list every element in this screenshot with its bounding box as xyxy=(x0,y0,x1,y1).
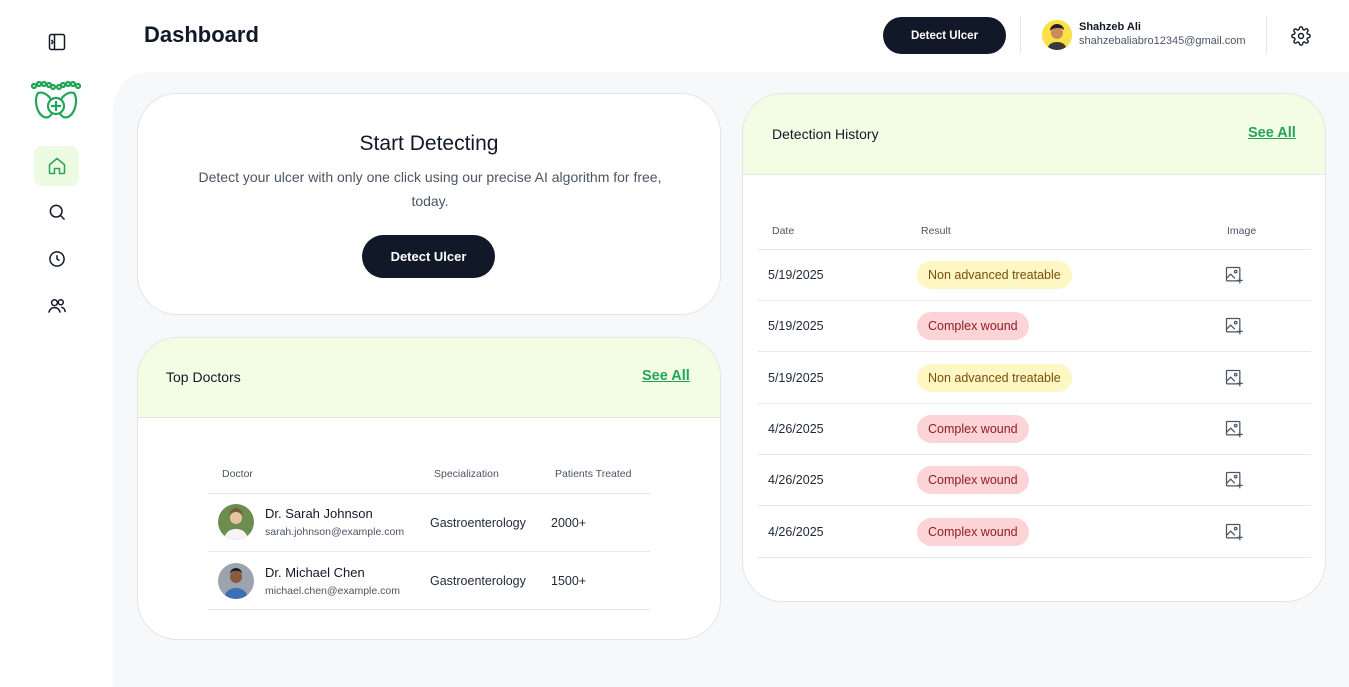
header-detect-ulcer-button[interactable]: Detect Ulcer xyxy=(883,17,1006,54)
row-divider xyxy=(758,351,1311,352)
page-title: Dashboard xyxy=(144,22,259,47)
column-header-image: Image xyxy=(1227,225,1257,237)
history-date: 4/26/2025 xyxy=(768,525,824,539)
sidebar-item-search[interactable] xyxy=(34,192,79,232)
row-divider xyxy=(758,300,1311,301)
sidebar-toggle-button[interactable] xyxy=(34,22,79,62)
start-detecting-title: Start Detecting xyxy=(359,132,499,155)
top-doctors-title: Top Doctors xyxy=(166,369,241,385)
result-badge: Complex wound xyxy=(917,415,1029,443)
doctor-avatar-icon xyxy=(218,504,254,540)
column-header-doctor: Doctor xyxy=(222,468,253,480)
result-badge: Complex wound xyxy=(917,518,1029,546)
row-divider xyxy=(758,557,1311,558)
feet-plus-logo-icon xyxy=(30,80,82,119)
row-divider xyxy=(208,551,650,552)
user-name: Shahzeb Ali xyxy=(1079,21,1141,33)
detect-ulcer-button[interactable]: Detect Ulcer xyxy=(362,235,495,278)
doctor-name: Dr. Michael Chen xyxy=(265,565,365,580)
image-preview-icon[interactable] xyxy=(1224,522,1244,542)
column-header-specialization: Specialization xyxy=(434,468,499,480)
column-header-date: Date xyxy=(772,225,795,237)
top-header: Dashboard Detect Ulcer Shahzeb Ali shahz… xyxy=(113,0,1349,72)
history-date: 5/19/2025 xyxy=(768,268,824,282)
column-header-result: Result xyxy=(921,225,951,237)
doctor-specialization: Gastroenterology xyxy=(430,516,526,530)
column-header-patients-treated: Patients Treated xyxy=(555,468,632,480)
user-avatar-icon xyxy=(1042,20,1072,50)
image-preview-icon[interactable] xyxy=(1224,368,1244,388)
doctor-specialization: Gastroenterology xyxy=(430,574,526,588)
history-date: 5/19/2025 xyxy=(768,371,824,385)
result-badge: Non advanced treatable xyxy=(917,364,1072,392)
result-badge: Complex wound xyxy=(917,466,1029,494)
app-logo xyxy=(30,79,82,121)
history-date: 4/26/2025 xyxy=(768,422,824,436)
clock-icon xyxy=(48,251,65,267)
detection-history-title: Detection History xyxy=(772,126,879,142)
sidebar-toggle-icon xyxy=(48,33,65,51)
top-doctors-header: Top Doctors See All xyxy=(138,338,720,418)
user-avatar[interactable] xyxy=(1042,20,1072,50)
row-divider xyxy=(758,454,1311,455)
main-content: Start Detecting Detect your ulcer with o… xyxy=(113,72,1349,687)
settings-button[interactable] xyxy=(1289,24,1313,48)
row-divider xyxy=(208,609,650,610)
history-date: 4/26/2025 xyxy=(768,473,824,487)
image-preview-icon[interactable] xyxy=(1224,470,1244,490)
users-icon xyxy=(47,299,66,313)
image-preview-icon[interactable] xyxy=(1224,316,1244,336)
doctor-avatar xyxy=(218,504,254,540)
start-detecting-description: Detect your ulcer with only one click us… xyxy=(198,169,662,209)
sidebar-item-users[interactable] xyxy=(34,286,79,326)
doctor-avatar xyxy=(218,563,254,599)
top-doctors-see-all-link[interactable]: See All xyxy=(642,368,690,384)
header-divider xyxy=(1020,16,1021,54)
top-doctors-card: Top Doctors See All Doctor Specializatio… xyxy=(137,337,721,640)
result-badge: Non advanced treatable xyxy=(917,261,1072,289)
row-divider xyxy=(758,249,1311,250)
doctor-email: sarah.johnson@example.com xyxy=(265,526,405,538)
start-detecting-card: Start Detecting Detect your ulcer with o… xyxy=(137,93,721,315)
sidebar-item-history[interactable] xyxy=(34,239,79,279)
sidebar-item-home[interactable] xyxy=(34,146,79,186)
user-email: shahzebaliabro12345@gmail.com xyxy=(1079,35,1246,47)
header-divider xyxy=(1266,16,1267,54)
row-divider xyxy=(208,493,650,494)
gear-icon xyxy=(1291,26,1311,46)
image-preview-icon[interactable] xyxy=(1224,419,1244,439)
detection-history-card: Detection History See All Date Result Im… xyxy=(742,93,1326,602)
doctor-patients-treated: 2000+ xyxy=(551,516,587,530)
sidebar xyxy=(0,0,113,687)
doctor-avatar-icon xyxy=(218,563,254,599)
result-badge: Complex wound xyxy=(917,312,1029,340)
search-icon xyxy=(49,204,65,221)
image-preview-icon[interactable] xyxy=(1224,265,1244,285)
doctor-patients-treated: 1500+ xyxy=(551,574,587,588)
home-icon xyxy=(48,157,65,175)
detection-history-see-all-link[interactable]: See All xyxy=(1248,125,1296,141)
row-divider xyxy=(758,403,1311,404)
row-divider xyxy=(758,505,1311,506)
detection-history-header: Detection History See All xyxy=(743,94,1325,175)
history-date: 5/19/2025 xyxy=(768,319,824,333)
doctor-name: Dr. Sarah Johnson xyxy=(265,506,373,521)
doctor-email: michael.chen@example.com xyxy=(265,585,400,597)
